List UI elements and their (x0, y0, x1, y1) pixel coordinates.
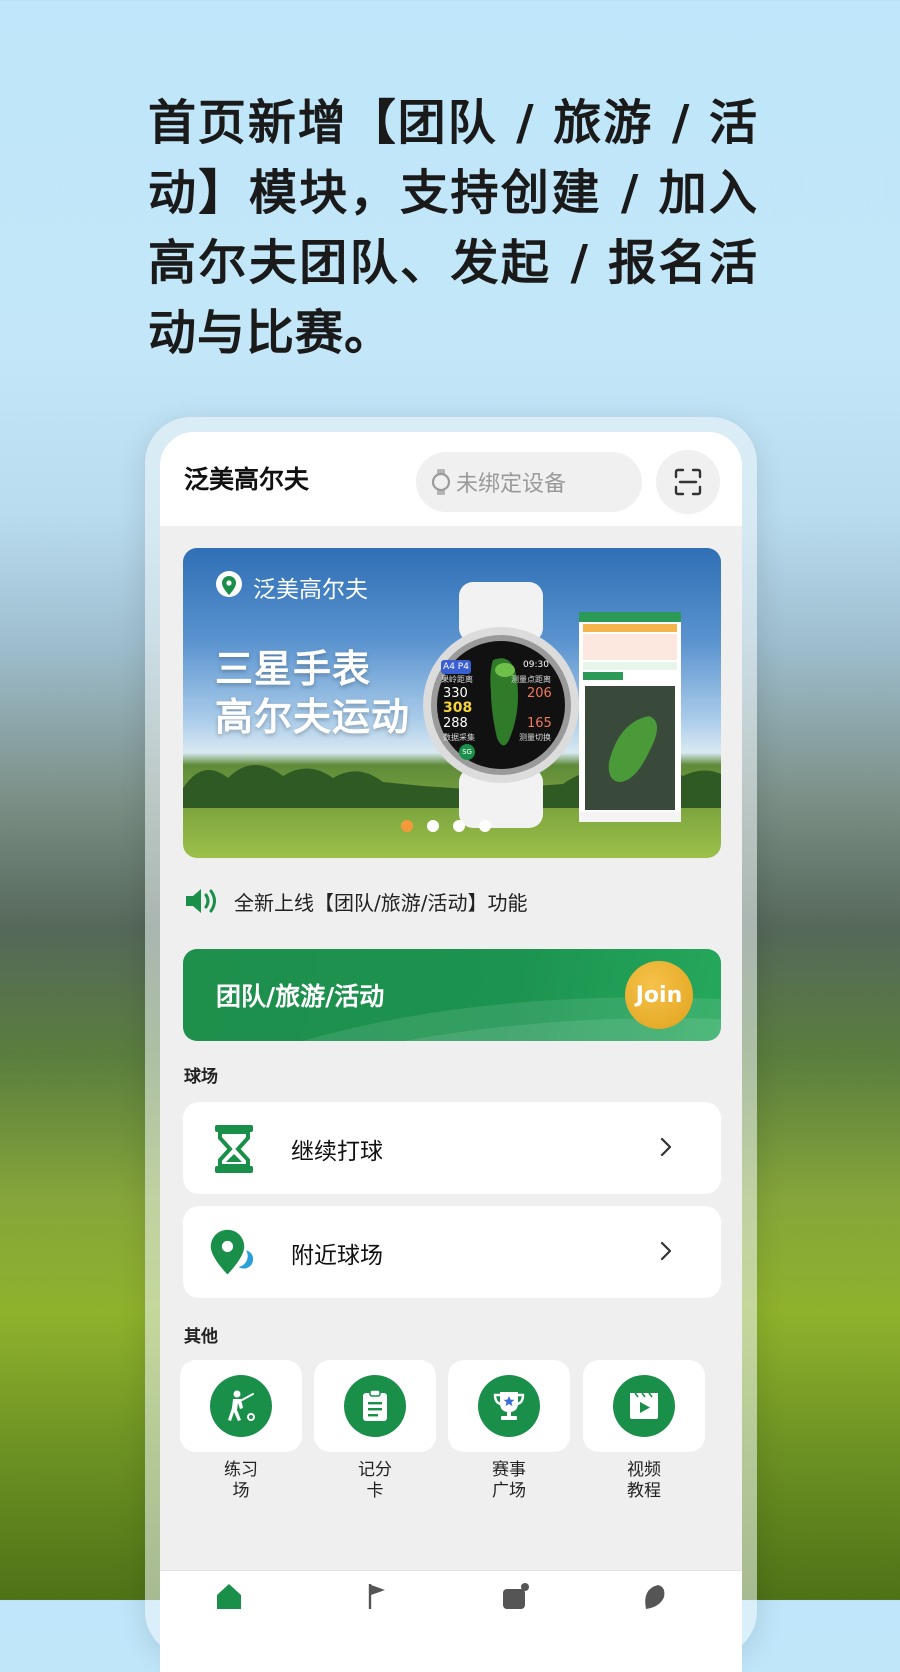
continue-play-label: 继续打球 (291, 1139, 383, 1165)
banner-brand: 泛美高尔夫 (215, 570, 368, 604)
nearby-courses-row[interactable]: 附近球场 (183, 1206, 721, 1298)
banner-title-line1: 三星手表 (215, 647, 372, 691)
watch-back-distance: 288 (443, 716, 468, 731)
scan-button[interactable] (656, 450, 720, 514)
scan-icon (674, 468, 702, 496)
golfer-icon (228, 1390, 255, 1421)
promo-banner[interactable]: 泛美高尔夫 三星手表 高尔夫运动 A4 P4 09:30 果岭距离 测量点距离 … (183, 548, 721, 858)
scorecard-icon (363, 1389, 387, 1421)
home-tab-icon[interactable] (214, 1581, 244, 1611)
watch-hole-badge: A4 P4 (441, 660, 471, 674)
pagination-dot[interactable] (427, 820, 439, 832)
bottom-tab-bar (160, 1570, 742, 1672)
grid-item-driving-range[interactable]: 练习场 (180, 1360, 302, 1502)
watch-bottom-right: 测量切换 (519, 733, 551, 742)
announcement-text: 全新上线【团队/旅游/活动】功能 (234, 890, 528, 915)
app-preview-screenshot (579, 612, 681, 822)
banner-brand-text: 泛美高尔夫 (253, 577, 368, 603)
flag-tab-icon[interactable] (362, 1581, 392, 1611)
watch-front-distance: 330 (443, 686, 468, 701)
app-title: 泛美高尔夫 (184, 465, 310, 494)
app-screen: 泛美高尔夫 未绑定设备 泛美高尔夫 三星手表 高尔夫运动 A4 P4 09:30… (160, 432, 742, 1672)
section-title-course: 球场 (184, 1067, 218, 1087)
pagination-dot[interactable] (453, 820, 465, 832)
grid-item-tournament[interactable]: 赛事 广场 (448, 1360, 570, 1502)
trophy-icon (493, 1392, 525, 1420)
watch-icon (432, 469, 450, 495)
stats-tab-icon[interactable] (500, 1581, 530, 1611)
pagination-dot-active[interactable] (401, 820, 413, 832)
watch-bottom-left: 数据采集 (443, 733, 475, 742)
banner-pagination (401, 820, 491, 832)
grid-label: 记分卡 (358, 1460, 392, 1501)
location-pin-icon (210, 1229, 254, 1275)
section-title-other: 其他 (184, 1327, 218, 1347)
nearby-courses-label: 附近球场 (291, 1243, 383, 1269)
grid-item-scorecard[interactable]: 记分卡 (314, 1360, 436, 1502)
app-header: 泛美高尔夫 未绑定设备 (160, 432, 742, 526)
grid-tile[interactable] (314, 1360, 436, 1452)
grid-label: 练习场 (224, 1460, 258, 1501)
chevron-right-icon (660, 1241, 672, 1261)
device-status-text: 未绑定设备 (456, 472, 567, 497)
join-button[interactable]: Join (625, 961, 693, 1029)
chevron-right-icon (660, 1137, 672, 1157)
brand-pin-icon (216, 571, 242, 597)
watch-target-near: 165 (527, 716, 552, 731)
grid-tile[interactable] (583, 1360, 705, 1452)
grid-tile[interactable] (180, 1360, 302, 1452)
team-card-label: 团队/旅游/活动 (216, 982, 385, 1011)
announcement-bar[interactable]: 全新上线【团队/旅游/活动】功能 (184, 886, 527, 916)
watch-sg-badge: SG (459, 744, 475, 760)
team-travel-activity-card[interactable]: 团队/旅游/活动 Join (183, 949, 721, 1041)
hourglass-icon (215, 1125, 253, 1173)
pagination-dot[interactable] (479, 820, 491, 832)
video-icon (630, 1392, 658, 1419)
profile-tab-icon[interactable] (638, 1581, 668, 1611)
grid-tile[interactable] (448, 1360, 570, 1452)
banner-title-line2: 高尔夫运动 (215, 695, 411, 739)
grid-label: 赛事 广场 (492, 1460, 526, 1501)
grid-item-video-tutorials[interactable]: 视频 教程 (583, 1360, 705, 1502)
watch-time: 09:30 (523, 660, 549, 670)
promo-headline: 首页新增【团队 / 旅游 / 活动】模块，支持创建 / 加入高尔夫团队、发起 /… (148, 95, 758, 361)
watch-right-caption: 测量点距离 (511, 675, 551, 684)
watch-target-far: 206 (527, 686, 552, 701)
bind-device-button[interactable]: 未绑定设备 (416, 452, 642, 512)
watch-left-caption: 果岭距离 (441, 675, 473, 684)
grid-label: 视频 教程 (627, 1460, 661, 1501)
continue-play-row[interactable]: 继续打球 (183, 1102, 721, 1194)
watch-middle-distance: 308 (443, 700, 473, 716)
speaker-icon (186, 889, 216, 913)
